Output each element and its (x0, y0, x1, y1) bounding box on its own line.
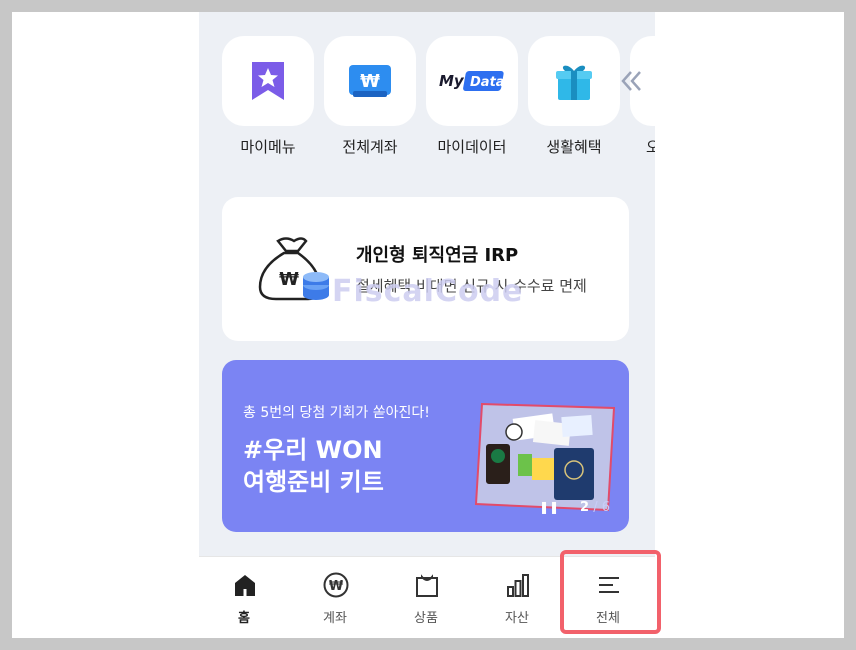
banner-pager-current: 2 (580, 500, 590, 515)
quick-menu: 마이메뉴 ₩ 전체계좌 My Data 마이데이터 생활혜택 오 (222, 36, 655, 176)
quick-menu-item-partial[interactable]: 오 (621, 36, 655, 157)
nav-products[interactable]: 상품 (381, 557, 471, 638)
home-icon (235, 575, 255, 596)
money-bag-coins-icon: ₩ (258, 237, 329, 301)
gift-icon (556, 65, 592, 100)
svg-text:₩: ₩ (279, 269, 299, 290)
quick-menu-item-all-accounts[interactable]: ₩ 전체계좌 (324, 36, 416, 157)
quick-menu-label: 마이메뉴 (240, 138, 296, 156)
quick-menu-label: 마이데이터 (437, 138, 507, 156)
nav-label: 자산 (505, 611, 529, 626)
banner-subtitle: 총 5번의 당첨 기회가 쏟아진다! (243, 405, 430, 421)
app-screen: 마이메뉴 ₩ 전체계좌 My Data 마이데이터 생활혜택 오 ₩ 개인형 퇴… (199, 12, 655, 638)
bar-chart-icon (507, 574, 529, 597)
travel-kit-illustration (474, 402, 616, 512)
banner-title-line2: 여행준비 키트 (243, 468, 384, 496)
highlight-box (560, 550, 661, 634)
bookmark-star-icon (252, 62, 284, 100)
quick-menu-label: 전체계좌 (342, 138, 398, 156)
mydata-icon: My Data (439, 71, 505, 91)
nav-label: 홈 (238, 611, 250, 626)
won-wallet-icon: ₩ (349, 65, 391, 97)
shopping-bag-icon (416, 574, 438, 597)
nav-label: 상품 (414, 611, 438, 626)
quick-menu-item-mydata[interactable]: My Data 마이데이터 (426, 36, 518, 157)
nav-home[interactable]: 홈 (199, 557, 289, 638)
svg-text:My: My (439, 72, 465, 90)
promo-banner[interactable]: 총 5번의 당첨 기회가 쏟아진다! #우리 WON 여행준비 키트 ❚❚ 2 … (222, 360, 629, 532)
banner-pager-total: / 6 (593, 500, 610, 515)
quick-menu-item-life-benefits[interactable]: 생활혜택 (528, 36, 620, 157)
nav-accounts[interactable]: ₩ 계좌 (290, 557, 380, 638)
watermark: FiscalCode (332, 274, 524, 309)
svg-text:₩: ₩ (329, 579, 344, 594)
quick-menu-label: 오 (646, 138, 655, 156)
quick-menu-item-my-menu[interactable]: 마이메뉴 (222, 36, 314, 157)
nav-label: 계좌 (323, 611, 347, 626)
won-coin-icon: ₩ (323, 572, 349, 598)
banner-pause-button[interactable]: ❚❚ (539, 500, 559, 514)
banner-title-line1: #우리 WON (243, 436, 383, 464)
irp-card[interactable]: ₩ 개인형 퇴직연금 IRP 절세혜택 비대면 신규 시 수수료 면제 (222, 197, 629, 341)
svg-text:Data: Data (470, 75, 505, 90)
svg-text:₩: ₩ (360, 71, 380, 92)
irp-card-title: 개인형 퇴직연금 IRP (356, 245, 519, 266)
banner-pager: 2 / 6 (580, 500, 610, 515)
double-chevron-left-icon[interactable] (618, 67, 646, 95)
quick-menu-label: 생활혜택 (546, 138, 602, 156)
nav-assets[interactable]: 자산 (472, 557, 562, 638)
